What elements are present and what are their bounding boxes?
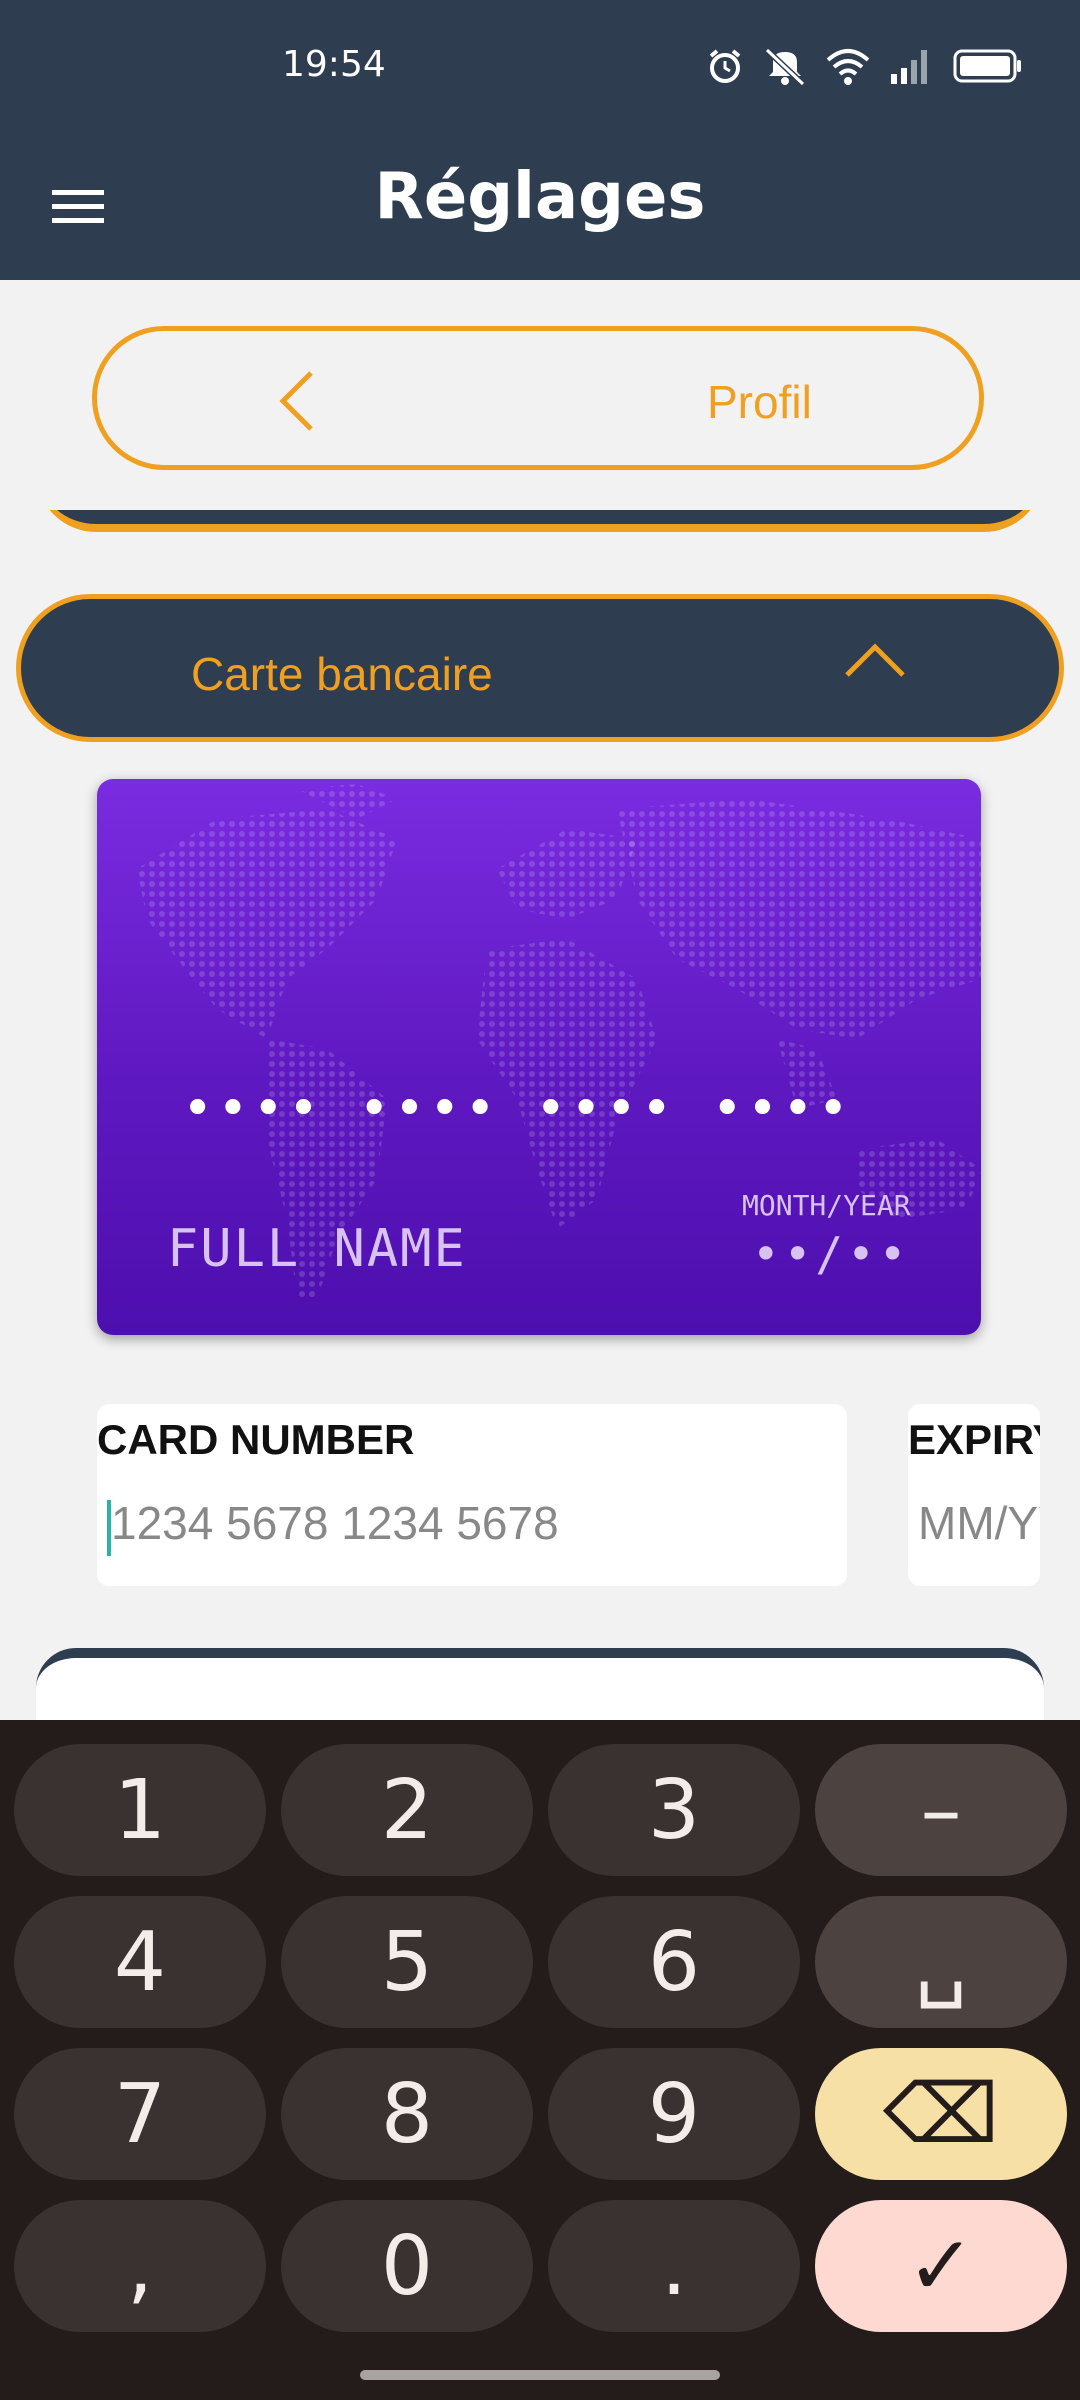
gesture-handle[interactable] xyxy=(360,2370,720,2380)
expiry-input[interactable]: MM/YY xyxy=(918,1496,1040,1550)
status-time: 19:54 xyxy=(282,44,386,85)
mute-icon xyxy=(764,47,806,86)
card-number-mask: •••• •••• •••• •••• xyxy=(182,1079,853,1139)
page-title: Réglages xyxy=(374,160,706,234)
back-label: Profil xyxy=(707,376,812,428)
battery-icon xyxy=(953,49,1021,83)
key-5[interactable]: 5 xyxy=(281,1896,533,2028)
key-space[interactable]: ␣ xyxy=(815,1896,1067,2028)
card-expiry-mask: ••/•• xyxy=(752,1227,911,1281)
key-7[interactable]: 7 xyxy=(14,2048,266,2180)
key-comma[interactable]: , xyxy=(14,2200,266,2332)
key-8[interactable]: 8 xyxy=(281,2048,533,2180)
status-bar: 19:54 xyxy=(0,0,1080,140)
key-period[interactable]: . xyxy=(548,2200,800,2332)
signal-icon xyxy=(891,50,927,84)
card-name-placeholder: FULL NAME xyxy=(167,1219,467,1279)
expiry-field[interactable]: EXPIRY MM/YY xyxy=(908,1404,1040,1586)
card-number-label: CARD NUMBER xyxy=(97,1416,415,1463)
key-9[interactable]: 9 xyxy=(548,2048,800,2180)
card-preview: •••• •••• •••• •••• FULL NAME MONTH/YEAR… xyxy=(97,779,981,1335)
status-icons xyxy=(705,46,1023,86)
numeric-keyboard: 1 2 3 – 4 5 6 ␣ 7 8 9 ⌫ , 0 . ✓ xyxy=(0,1720,1080,2400)
section-header-bank-card[interactable]: Carte bancaire xyxy=(16,594,1064,742)
section-label: Carte bancaire xyxy=(191,648,493,700)
key-backspace[interactable]: ⌫ xyxy=(815,2048,1067,2180)
key-done[interactable]: ✓ xyxy=(815,2200,1067,2332)
chevron-up-icon xyxy=(845,643,905,677)
previous-section-edge xyxy=(36,510,1044,532)
key-6[interactable]: 6 xyxy=(548,1896,800,2028)
key-2[interactable]: 2 xyxy=(281,1744,533,1876)
wifi-icon xyxy=(826,49,870,85)
back-to-profile-button[interactable]: Profil xyxy=(92,326,984,470)
chevron-left-icon xyxy=(279,371,313,431)
card-expiry-label: MONTH/YEAR xyxy=(742,1189,911,1222)
key-dash[interactable]: – xyxy=(815,1744,1067,1876)
card-number-field[interactable]: CARD NUMBER 1234 5678 1234 5678 xyxy=(97,1404,847,1586)
alarm-icon xyxy=(709,49,741,83)
key-3[interactable]: 3 xyxy=(548,1744,800,1876)
expiry-label: EXPIRY xyxy=(908,1416,1040,1463)
key-4[interactable]: 4 xyxy=(14,1896,266,2028)
app-bar: Réglages xyxy=(0,140,1080,280)
card-number-input[interactable]: 1234 5678 1234 5678 xyxy=(111,1496,559,1550)
key-0[interactable]: 0 xyxy=(281,2200,533,2332)
key-1[interactable]: 1 xyxy=(14,1744,266,1876)
